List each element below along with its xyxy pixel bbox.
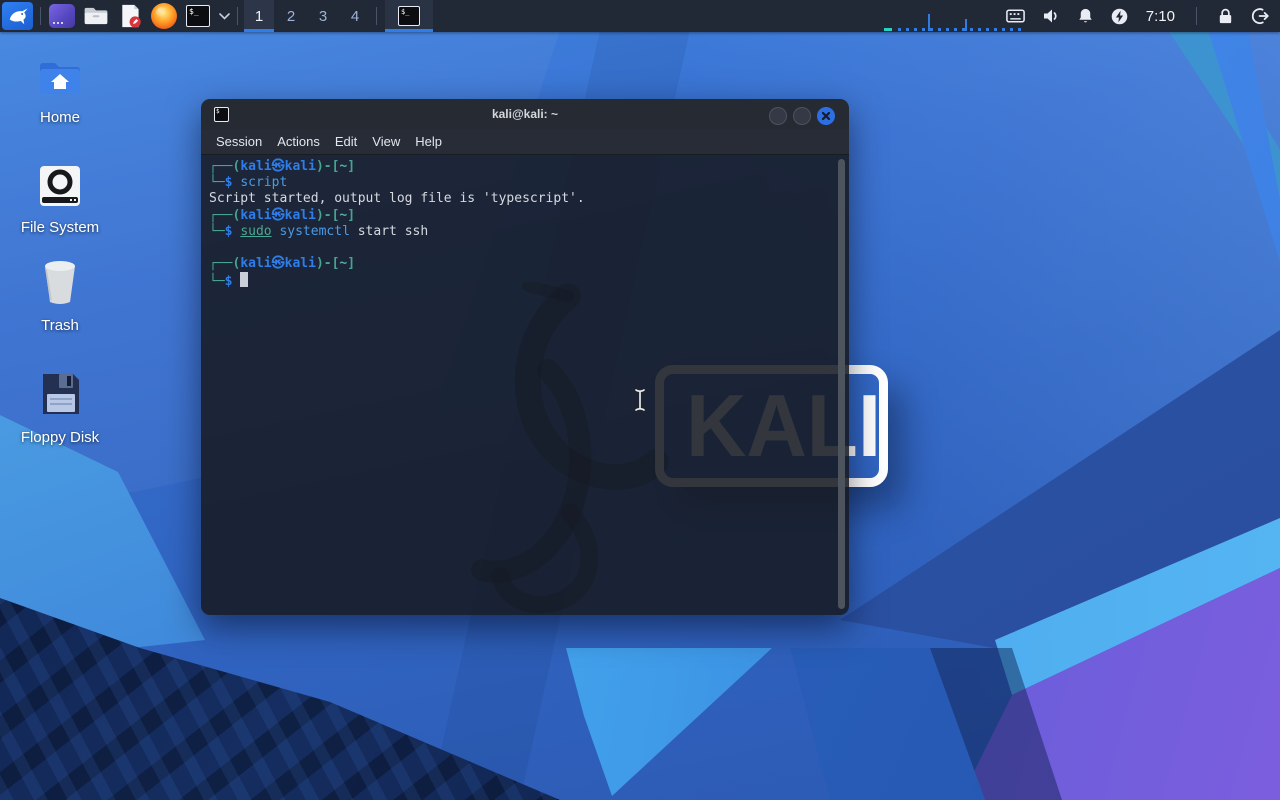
menu-session[interactable]: Session — [216, 134, 262, 149]
terminal-text-segment: ] — [347, 207, 356, 223]
cpu-graph-indicator[interactable] — [880, 0, 1028, 32]
menu-view[interactable]: View — [372, 134, 400, 149]
document-icon — [122, 4, 141, 28]
terminal-text-segment: )-[ — [315, 256, 340, 272]
trash-icon — [45, 261, 75, 304]
panel-separator — [376, 7, 377, 25]
terminal-text-segment: └─ — [209, 274, 225, 290]
kali-desktop: KALI Home File System Trash — [0, 0, 1280, 800]
window-icon — [49, 4, 75, 28]
panel-separator — [237, 7, 238, 25]
desktop-icon-trash[interactable]: Trash — [6, 258, 114, 334]
workspace-2[interactable]: 2 — [276, 0, 306, 32]
terminal-content[interactable]: ┌──(kali㉿kali)-[~] └─$ script Script start… — [201, 155, 849, 615]
terminal-line: └─$ sudo systemctl start ssh — [209, 224, 835, 240]
clock[interactable]: 7:10 — [1146, 8, 1175, 25]
terminal-window-icon: $ — [214, 107, 229, 122]
terminal-icon: $_ — [186, 5, 210, 27]
ibeam-cursor — [634, 388, 646, 412]
terminal-text-segment: └─ — [209, 175, 225, 191]
close-button[interactable] — [817, 107, 835, 125]
workspace-3[interactable]: 3 — [308, 0, 338, 32]
desktop-icon-label: Floppy Disk — [20, 429, 100, 446]
terminal-line: ┌──(kali㉿kali)-[~] — [209, 159, 835, 175]
panel-separator — [40, 7, 41, 25]
kali-logo-icon — [9, 8, 28, 25]
terminal-text-segment: )-[ — [315, 207, 340, 223]
cpu-graph-tick — [884, 28, 892, 31]
terminal-titlebar[interactable]: $ kali@kali: ~ — [201, 99, 849, 129]
bell-icon[interactable] — [1076, 6, 1095, 26]
launcher-firefox[interactable] — [147, 0, 181, 32]
cpu-graph-ticks — [898, 28, 1024, 31]
workspace-1[interactable]: 1 — [244, 0, 274, 32]
terminal-text-segment: ] — [347, 256, 356, 272]
desktop-icon-file-system[interactable]: File System — [6, 164, 114, 236]
terminal-text-segment: kali㉿kali — [240, 256, 316, 272]
terminal-text-segment: )-[ — [315, 159, 340, 174]
terminal-text-segment: Script started, output log file is 'type… — [209, 191, 585, 207]
terminal-text-segment: └─ — [209, 223, 225, 239]
power-manager-icon[interactable] — [1110, 7, 1129, 26]
system-tray: 7:10 — [1005, 6, 1280, 26]
terminal-icon: $_ — [398, 6, 420, 26]
terminal-text-segment: ] — [347, 159, 356, 174]
launcher-file-manager[interactable] — [79, 0, 113, 32]
launcher-text-editor[interactable] — [113, 0, 147, 32]
terminal-line: Script started, output log file is 'type… — [209, 191, 835, 207]
terminal-text-segment: systemctl — [279, 223, 350, 239]
logout-icon[interactable] — [1250, 6, 1270, 26]
menu-help[interactable]: Help — [415, 134, 442, 149]
terminal-title: kali@kali: ~ — [491, 107, 559, 121]
panel-separator — [1196, 7, 1197, 25]
launcher-terminal[interactable]: $_ — [181, 0, 215, 32]
terminal-text-segment: sudo — [240, 223, 272, 239]
terminal-text-segment: ┌──( — [209, 159, 241, 174]
desktop-icon-floppy-disk[interactable]: Floppy Disk — [6, 370, 114, 446]
window-controls — [769, 107, 835, 125]
desktop-icon-home[interactable]: Home — [6, 58, 114, 126]
folder-icon — [84, 7, 108, 25]
terminal-line: └─$ script — [209, 175, 835, 191]
menu-actions[interactable]: Actions — [277, 134, 320, 149]
home-folder-icon — [40, 63, 80, 94]
applications-menu-button[interactable] — [2, 2, 33, 30]
chevron-down-icon — [218, 12, 230, 20]
desktop-icon-label: Home — [39, 109, 80, 126]
terminal-scrollbar[interactable] — [838, 159, 845, 609]
terminal-menubar: Session Actions Edit View Help — [201, 129, 849, 155]
terminal-text-segment: ┌──( — [209, 256, 241, 272]
floppy-disk-icon — [43, 374, 79, 414]
terminal-text-segment: start ssh — [349, 223, 429, 239]
terminal-text-segment: kali㉿kali — [240, 207, 316, 223]
workspace-4[interactable]: 4 — [340, 0, 370, 32]
desktop-icon-label: File System — [20, 219, 100, 236]
launcher-app-finder[interactable] — [45, 0, 79, 32]
lock-icon[interactable] — [1216, 6, 1235, 26]
taskbar-window-terminal[interactable]: $_ — [385, 0, 433, 32]
cpu-graph-spike — [928, 14, 930, 31]
minimize-button[interactable] — [769, 107, 787, 125]
volume-icon[interactable] — [1041, 6, 1061, 26]
top-panel: $_ 1234 $_ 7:10 — [0, 0, 1280, 32]
drive-icon — [40, 166, 80, 206]
terminal-cursor — [240, 272, 249, 288]
terminal-window: $ kali@kali: ~ Session Actions Edit View Hel… — [201, 99, 849, 615]
terminal-text-segment: ┌──( — [209, 207, 241, 223]
terminal-line: ┌──(kali㉿kali)-[~] — [209, 256, 835, 272]
menu-edit[interactable]: Edit — [335, 134, 357, 149]
firefox-icon — [151, 3, 177, 29]
cpu-graph-spike — [965, 19, 967, 31]
close-icon — [821, 111, 831, 121]
terminal-line: └─$ — [209, 272, 835, 290]
terminal-text-segment: kali㉿kali — [240, 159, 316, 174]
maximize-button[interactable] — [793, 107, 811, 125]
desktop-icon-label: Trash — [41, 317, 79, 334]
terminal-line: ┌──(kali㉿kali)-[~] — [209, 208, 835, 224]
launcher-dropdown[interactable] — [215, 0, 233, 32]
terminal-text-segment: script — [240, 175, 288, 191]
workspace-switcher: 1234 — [244, 0, 372, 32]
